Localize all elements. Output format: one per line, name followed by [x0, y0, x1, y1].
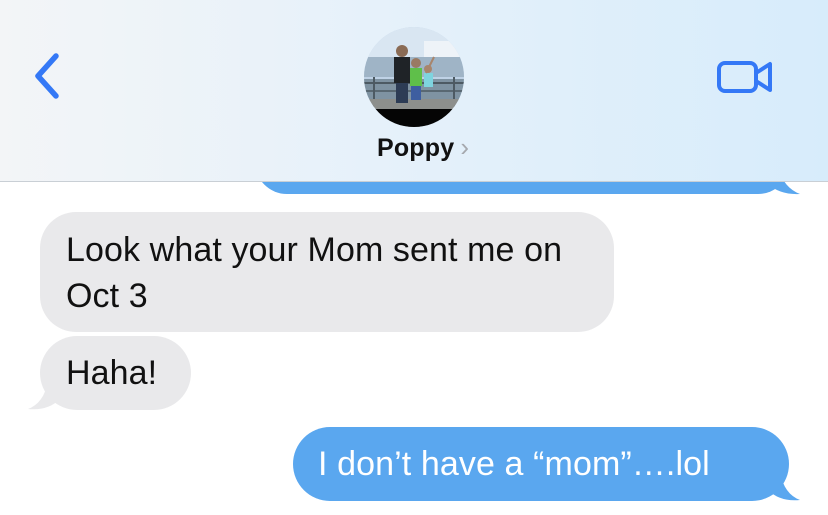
message-text: Haha! — [66, 354, 158, 392]
conversation-header: Poppy › — [0, 0, 828, 182]
contact-name: Poppy — [376, 133, 455, 162]
contact-avatar[interactable] — [364, 27, 464, 127]
back-button[interactable] — [26, 48, 70, 104]
message-text: I don’t have a “mom”….lol — [318, 445, 710, 483]
chevron-left-icon — [35, 53, 59, 99]
message-bubble-received[interactable]: Look what your Mom sent me on Oct 3 — [40, 212, 614, 332]
contact-name-button[interactable]: Poppy › — [0, 131, 828, 165]
imessage-screen: Look what your Mom sent me on Oct 3 Haha… — [0, 0, 828, 515]
message-text: Look what your Mom sent me on Oct 3 — [66, 231, 563, 315]
message-bubble-received[interactable]: Haha! — [40, 336, 191, 410]
avatar-photo — [364, 27, 464, 127]
message-bubble-sent[interactable]: I don’t have a “mom”….lol — [293, 427, 789, 501]
video-camera-icon — [717, 61, 772, 93]
facetime-video-button[interactable] — [712, 52, 778, 100]
chevron-right-icon: › — [460, 131, 470, 162]
